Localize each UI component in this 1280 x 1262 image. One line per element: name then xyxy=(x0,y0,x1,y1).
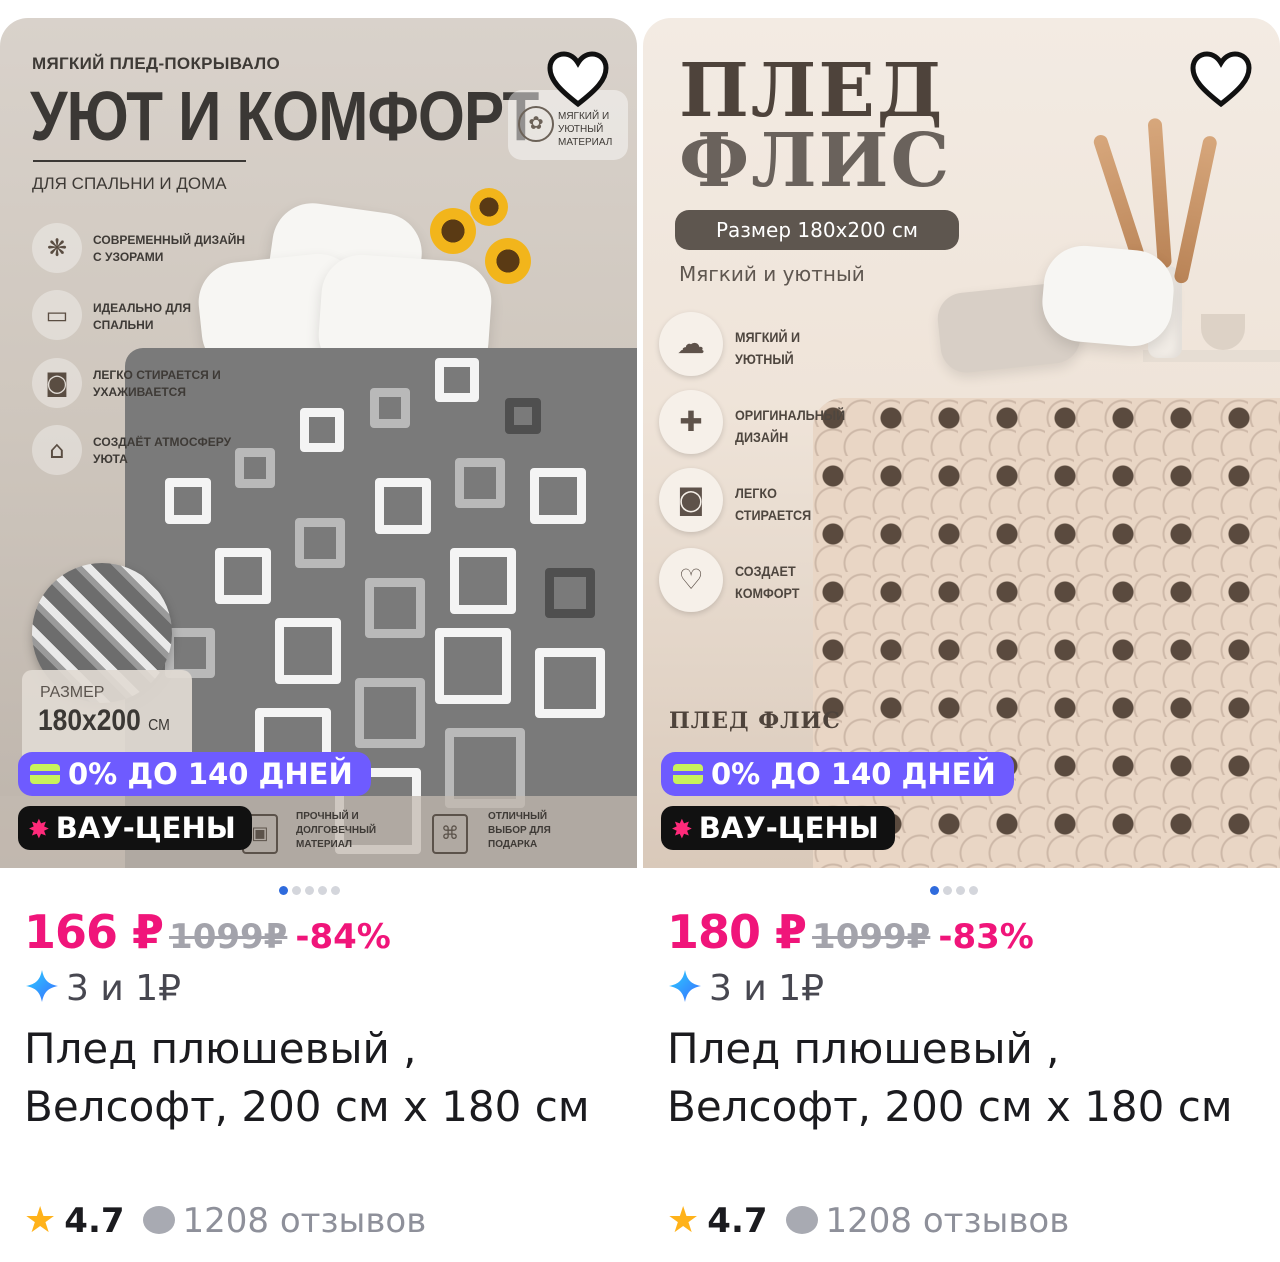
feature-text: ЛЕГКО СТИРАЕТСЯ xyxy=(735,485,812,523)
wow-price-text: ВАУ-ЦЕНЫ xyxy=(698,811,879,845)
sunflower-graphic xyxy=(470,188,508,226)
price-row: 166 ₽1099₽ -84% xyxy=(24,905,391,959)
installment-row: 3 и 1₽ xyxy=(24,968,181,1009)
cotton-icon: ✿ xyxy=(518,106,554,142)
star-icon: ★ xyxy=(667,1200,700,1241)
sparkle-icon xyxy=(669,970,701,1002)
wow-price-badge: ✸ ВАУ-ЦЕНЫ xyxy=(661,806,895,850)
product-image[interactable]: ПЛЕД ФЛИС Размер 180x200 см Мягкий и уют… xyxy=(643,18,1280,868)
strip-text: ОТЛИЧНЫЙ ВЫБОР ДЛЯ ПОДАРКА xyxy=(488,811,551,850)
house-heart-icon: ⌂ xyxy=(32,425,82,475)
size-unit: СМ xyxy=(148,717,170,734)
installment-badge: 0% ДО 140 ДНЕЙ xyxy=(18,752,371,796)
material-badge-text: МЯГКИЙ И УЮТНЫЙ МАТЕРИАЛ xyxy=(558,111,613,148)
card-icon xyxy=(30,764,60,784)
image-headline: ФЛИС xyxy=(679,118,952,204)
product-card[interactable]: ПЛЕД ФЛИС Размер 180x200 см Мягкий и уют… xyxy=(643,0,1280,1262)
favorite-heart-icon[interactable] xyxy=(546,50,610,108)
old-price: 1099₽ xyxy=(812,917,931,957)
size-value: 180x200 СМ xyxy=(38,704,170,738)
image-kicker: МЯГКИЙ ПЛЕД-ПОКРЫВАЛО xyxy=(32,54,280,73)
burst-icon: ✸ xyxy=(28,815,50,845)
feature-text: СОЗДАЕТ КОМФОРТ xyxy=(735,563,800,601)
installment-badge-text: 0% ДО 140 ДНЕЙ xyxy=(68,757,353,791)
size-number: 180x200 xyxy=(38,704,141,737)
old-price: 1099₽ xyxy=(169,917,288,957)
rating-value: 4.7 xyxy=(64,1201,125,1241)
product-title[interactable]: Плед плюшевый , Велсофт, 200 см х 180 см xyxy=(24,1020,604,1136)
pillow-graphic xyxy=(1039,242,1177,350)
divider xyxy=(33,160,246,162)
strip-text: ПРОЧНЫЙ И ДОЛГОВЕЧНЫЙ МАТЕРИАЛ xyxy=(296,811,377,850)
feature-text: МЯГКИЙ И УЮТНЫЙ xyxy=(735,329,801,367)
feature-text: ОРИГИНАЛЬНЫЙ ДИЗАЙН xyxy=(735,407,846,445)
sunflower-graphic xyxy=(430,208,476,254)
pattern-icon: ❋ xyxy=(32,223,82,273)
bed-icon: ▭ xyxy=(32,290,82,340)
pampas-graphic xyxy=(1147,117,1172,269)
price-row: 180 ₽1099₽ -83% xyxy=(667,905,1034,959)
star-icon: ★ xyxy=(24,1200,57,1241)
carousel-dot[interactable] xyxy=(279,886,288,895)
image-headline: УЮТ И КОМФОРТ xyxy=(30,77,539,155)
carousel-dot[interactable] xyxy=(318,886,327,895)
carousel-dot[interactable] xyxy=(930,886,939,895)
size-pill: Размер 180x200 см xyxy=(675,210,959,250)
product-image[interactable]: МЯГКИЙ ПЛЕД-ПОКРЫВАЛО УЮТ И КОМФОРТ ДЛЯ … xyxy=(0,18,637,868)
carousel-dots xyxy=(930,880,982,895)
carousel-dot[interactable] xyxy=(305,886,314,895)
bowl-graphic xyxy=(1201,314,1245,350)
washing-machine-icon: ◙ xyxy=(32,358,82,408)
rating-value: 4.7 xyxy=(707,1201,768,1241)
discount-percent: -83% xyxy=(938,917,1034,957)
favorite-heart-icon[interactable] xyxy=(1189,50,1253,108)
rating-row: ★ 4.7 1208 отзывов xyxy=(24,1200,426,1241)
puzzle-blanket-graphic xyxy=(813,398,1280,868)
reviews-count[interactable]: 1208 отзывов xyxy=(183,1201,427,1241)
installment-text: 3 и 1₽ xyxy=(66,968,181,1009)
feature-text: ЛЕГКО СТИРАЕТСЯ И УХАЖИВАЕТСЯ xyxy=(93,368,221,399)
wow-price-badge: ✸ ВАУ-ЦЕНЫ xyxy=(18,806,252,850)
gift-icon: ⌘ xyxy=(432,814,468,854)
installment-row: 3 и 1₽ xyxy=(667,968,824,1009)
feature-text: СОЗДАЁТ АТМОСФЕРУ УЮТА xyxy=(93,435,232,466)
carousel-dot[interactable] xyxy=(943,886,952,895)
heart-icon: ♡ xyxy=(659,548,723,612)
pampas-graphic xyxy=(1173,134,1219,285)
puzzle-icon: ✚ xyxy=(659,390,723,454)
wow-price-text: ВАУ-ЦЕНЫ xyxy=(55,811,236,845)
size-label: РАЗМЕР xyxy=(40,684,105,701)
product-title[interactable]: Плед плюшевый , Велсофт, 200 см х 180 см xyxy=(667,1020,1247,1136)
carousel-dot[interactable] xyxy=(956,886,965,895)
discount-percent: -84% xyxy=(295,917,391,957)
installment-badge-text: 0% ДО 140 ДНЕЙ xyxy=(711,757,996,791)
feature-text: СОВРЕМЕННЫЙ ДИЗАЙН С УЗОРАМИ xyxy=(93,233,246,264)
installment-badge: 0% ДО 140 ДНЕЙ xyxy=(661,752,1014,796)
comment-icon xyxy=(785,1206,818,1234)
carousel-dot[interactable] xyxy=(292,886,301,895)
feature-text: ИДЕАЛЬНО ДЛЯ СПАЛЬНИ xyxy=(93,301,191,332)
image-subheadline: ДЛЯ СПАЛЬНИ И ДОМА xyxy=(32,174,227,193)
current-price: 166 ₽ xyxy=(24,905,164,959)
sunflower-graphic xyxy=(485,238,531,284)
card-icon xyxy=(673,764,703,784)
cloud-icon: ☁ xyxy=(659,312,723,376)
carousel-dot[interactable] xyxy=(331,886,340,895)
current-price: 180 ₽ xyxy=(667,905,807,959)
installment-text: 3 и 1₽ xyxy=(709,968,824,1009)
reviews-count[interactable]: 1208 отзывов xyxy=(826,1201,1070,1241)
image-subheadline: Мягкий и уютный xyxy=(679,262,865,286)
product-card[interactable]: МЯГКИЙ ПЛЕД-ПОКРЫВАЛО УЮТ И КОМФОРТ ДЛЯ … xyxy=(0,0,637,1262)
washing-machine-icon: ◙ xyxy=(659,468,723,532)
carousel-dot[interactable] xyxy=(969,886,978,895)
sparkle-icon xyxy=(26,970,58,1002)
carousel-dots xyxy=(279,880,344,895)
burst-icon: ✸ xyxy=(671,815,693,845)
image-plaque: ПЛЕД ФЛИС xyxy=(669,708,841,734)
comment-icon xyxy=(142,1206,175,1234)
rating-row: ★ 4.7 1208 отзывов xyxy=(667,1200,1069,1241)
